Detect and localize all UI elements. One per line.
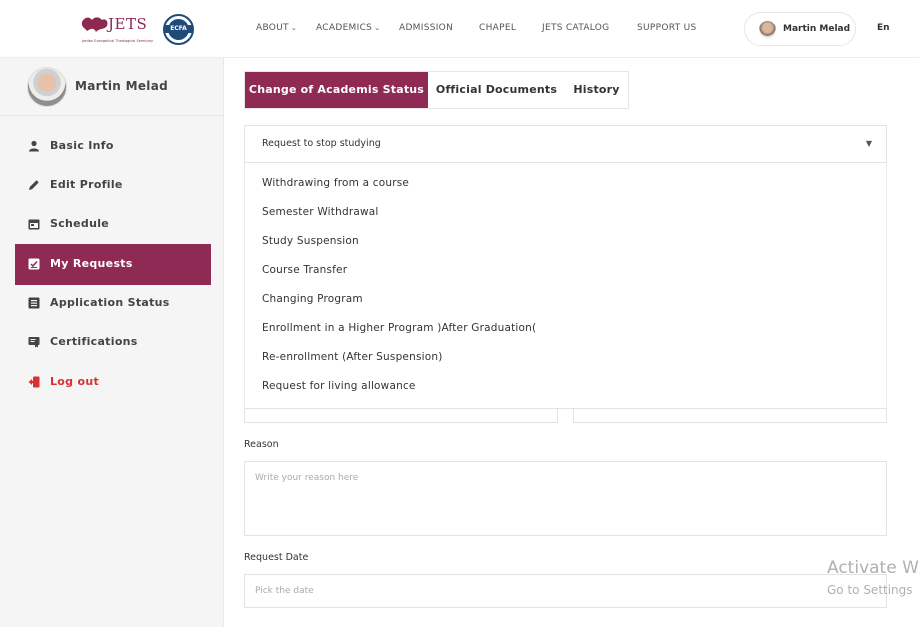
nav-jets-catalog-label: JETS CATALOG — [542, 23, 610, 33]
nav-support-us-label: SUPPORT US — [637, 23, 697, 33]
nav-chapel[interactable]: CHAPEL — [479, 23, 516, 33]
dropdown-option[interactable]: Re-enrollment (After Suspension) — [262, 351, 443, 363]
certificate-icon — [28, 337, 40, 348]
hidden-field-left[interactable] — [244, 409, 558, 423]
nav-academics[interactable]: ACADEMICS ⌄ — [316, 23, 380, 33]
nav-about[interactable]: ABOUT ⌄ — [256, 23, 297, 33]
nav-about-label: ABOUT — [256, 23, 289, 33]
sidebar: Martin Melad Basic Info Edit Profile Sch… — [0, 58, 224, 627]
sidebar-item-application-status[interactable]: Application Status — [15, 283, 211, 324]
pencil-icon — [29, 180, 39, 190]
chevron-down-icon: ⌄ — [374, 24, 381, 32]
sidebar-item-schedule[interactable]: Schedule — [15, 204, 211, 245]
sidebar-item-basic-info[interactable]: Basic Info — [15, 126, 211, 167]
caret-down-icon: ▼ — [865, 139, 872, 148]
language-switch[interactable]: En — [877, 23, 890, 33]
nav-admission[interactable]: ADMISSION — [399, 23, 453, 33]
tab-change-of-academic-status[interactable]: Change of Academis Status — [245, 72, 428, 108]
jets-logo[interactable]: JETS Jordan Evangelical Theological Semi… — [80, 12, 154, 46]
activation-watermark-title: Activate W — [827, 558, 919, 578]
dropdown-option[interactable]: Study Suspension — [262, 235, 359, 247]
request-tabs: Change of Academis Status Official Docum… — [244, 71, 629, 109]
checklist-icon — [28, 258, 40, 270]
reason-textarea[interactable] — [244, 461, 887, 536]
ecfa-logo-text: ECFA — [165, 25, 192, 33]
sidebar-item-label: Application Status — [50, 296, 170, 309]
calendar-icon — [28, 219, 40, 230]
sidebar-item-label: My Requests — [50, 257, 133, 270]
user-icon — [29, 140, 39, 152]
sidebar-item-label: Certifications — [50, 335, 138, 348]
sidebar-item-label: Basic Info — [50, 139, 114, 152]
activation-watermark-subtitle: Go to Settings — [827, 583, 913, 597]
nav-academics-label: ACADEMICS — [316, 23, 373, 33]
nav-jets-catalog[interactable]: JETS CATALOG — [542, 23, 609, 33]
dropdown-option[interactable]: Withdrawing from a course — [262, 177, 409, 189]
avatar — [27, 67, 67, 107]
dropdown-option[interactable]: Semester Withdrawal — [262, 206, 379, 218]
profile-name: Martin Melad — [75, 79, 169, 93]
user-menu-button[interactable]: Martin Melad — [744, 12, 856, 46]
list-icon — [28, 297, 40, 309]
reason-label: Reason — [244, 439, 279, 450]
dropdown-option[interactable]: Course Transfer — [262, 264, 347, 276]
user-name: Martin Melad — [783, 24, 851, 34]
sidebar-item-label: Schedule — [50, 217, 110, 230]
logo-word: JETS — [108, 15, 148, 33]
sidebar-item-my-requests[interactable]: My Requests — [15, 244, 211, 285]
map-logo-icon — [81, 17, 108, 32]
nav-chapel-label: CHAPEL — [479, 23, 517, 33]
request-date-input[interactable] — [244, 574, 887, 608]
dropdown-option[interactable]: Enrollment in a Higher Program )After Gr… — [262, 322, 536, 334]
sidebar-item-edit-profile[interactable]: Edit Profile — [15, 165, 211, 206]
sidebar-item-certifications[interactable]: Certifications — [15, 322, 211, 363]
chevron-down-icon: ⌄ — [290, 24, 298, 32]
request-type-value: Request to stop studying — [262, 138, 381, 149]
sidebar-profile: Martin Melad — [0, 58, 224, 116]
request-date-label: Request Date — [244, 552, 309, 563]
hidden-field-right[interactable] — [573, 409, 887, 423]
tab-official-documents[interactable]: Official Documents — [428, 72, 565, 108]
top-header: JETS Jordan Evangelical Theological Semi… — [0, 0, 919, 58]
sidebar-item-label: Edit Profile — [50, 178, 123, 191]
request-type-select[interactable]: Request to stop studying ▼ — [244, 125, 887, 163]
avatar — [759, 21, 776, 38]
logout-icon — [28, 376, 40, 388]
ecfa-logo[interactable]: ECFA — [163, 14, 194, 45]
sidebar-item-log-out[interactable]: Log out — [15, 362, 211, 403]
tab-history[interactable]: History — [565, 72, 628, 108]
nav-admission-label: ADMISSION — [399, 23, 454, 33]
dropdown-option[interactable]: Request for living allowance — [262, 380, 416, 392]
sidebar-item-label: Log out — [50, 375, 100, 388]
request-type-dropdown: Withdrawing from a course Semester Withd… — [244, 163, 887, 409]
logo-tagline: Jordan Evangelical Theological Seminary — [82, 39, 154, 43]
nav-support-us[interactable]: SUPPORT US — [637, 23, 697, 33]
dropdown-option[interactable]: Changing Program — [262, 293, 363, 305]
